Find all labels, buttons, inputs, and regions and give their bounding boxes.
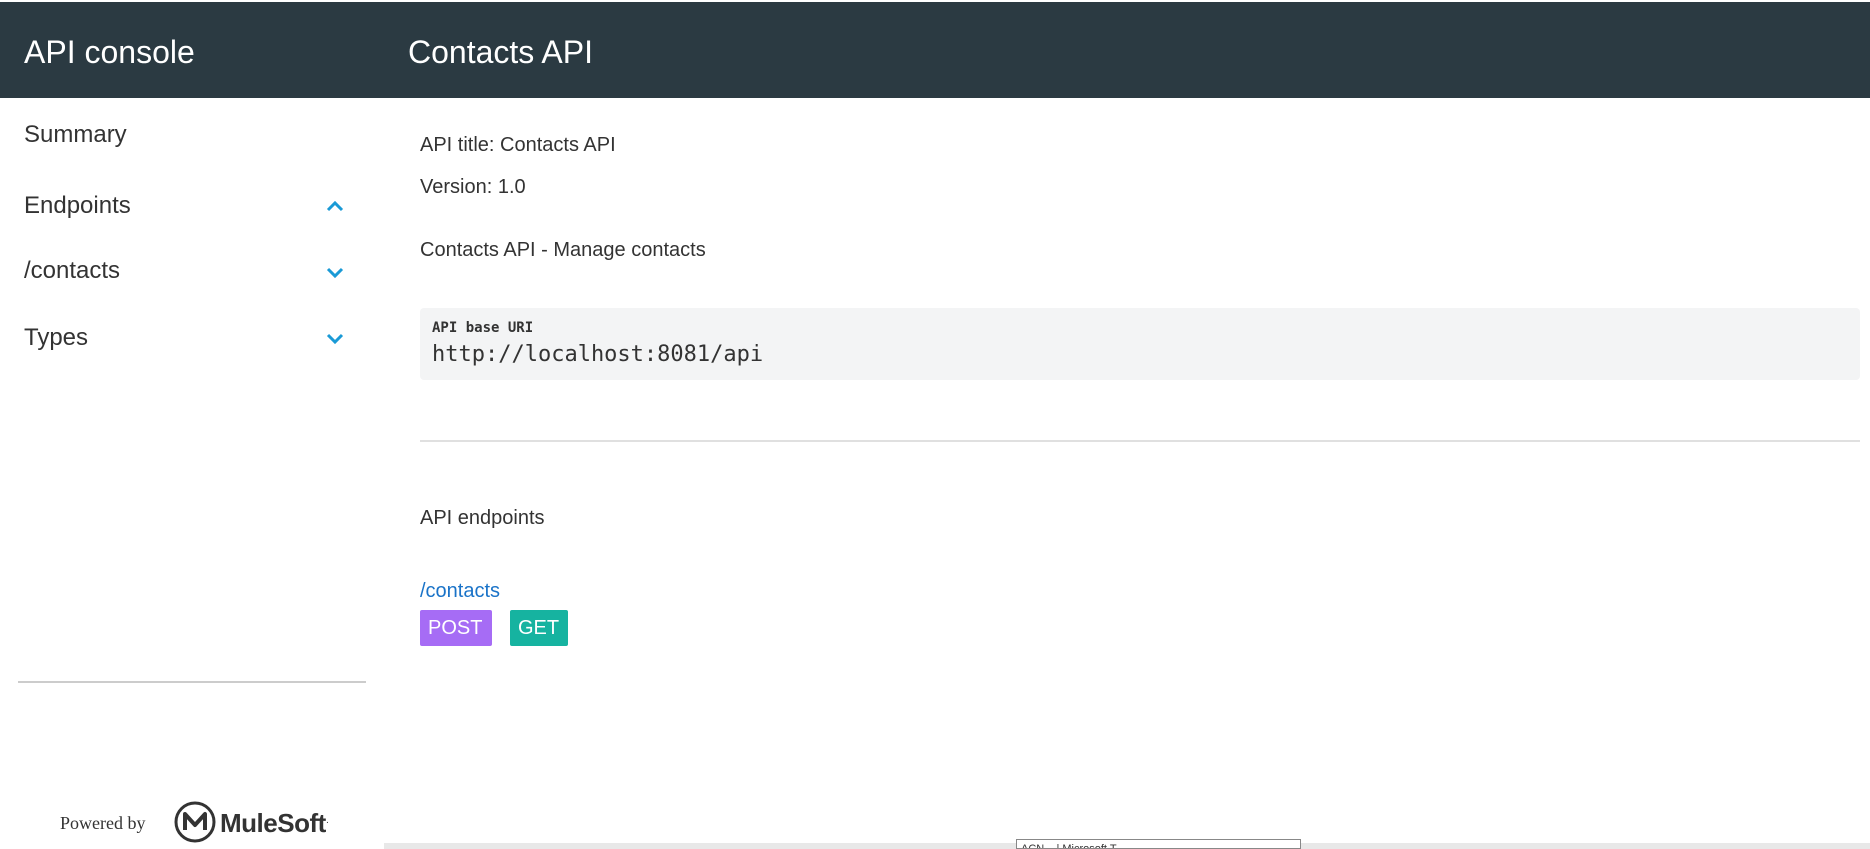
base-uri-value: http://localhost:8081/api <box>432 342 764 367</box>
endpoints-heading: API endpoints <box>420 507 545 529</box>
base-uri-label: API base URI <box>432 320 534 336</box>
mulesoft-brand: MuleSoft· <box>220 808 329 838</box>
main-content: API title: Contacts API Version: 1.0 Con… <box>384 98 1870 849</box>
sidebar-divider <box>18 681 366 683</box>
api-title-line: API title: Contacts API <box>420 134 616 156</box>
powered-by-label: Powered by <box>60 813 146 833</box>
method-post-button[interactable]: POST <box>420 610 492 646</box>
sidebar-item-endpoints[interactable]: Endpoints <box>24 191 131 221</box>
endpoint-link-contacts[interactable]: /contacts <box>420 578 500 604</box>
method-get-button[interactable]: GET <box>510 610 568 646</box>
chevron-down-icon[interactable] <box>320 258 350 288</box>
app-header: API console Contacts API <box>0 2 1870 98</box>
chevron-down-icon[interactable] <box>320 324 350 354</box>
mulesoft-logo-icon <box>174 801 216 843</box>
sidebar-item-types[interactable]: Types <box>24 323 88 353</box>
tooltip: ACN... | Microsoft T... <box>1016 839 1301 849</box>
section-divider <box>420 440 1860 442</box>
sidebar: Summary Endpoints /contacts Types <box>0 98 384 849</box>
api-title: Contacts API <box>408 34 593 70</box>
base-uri-box: API base URI http://localhost:8081/api <box>420 308 1860 380</box>
sidebar-item-summary[interactable]: Summary <box>24 120 127 150</box>
version-line: Version: 1.0 <box>420 176 526 198</box>
app-title: API console <box>24 34 195 70</box>
chevron-up-icon[interactable] <box>320 191 350 221</box>
sidebar-item-contacts[interactable]: /contacts <box>24 256 120 286</box>
api-description: Contacts API - Manage contacts <box>420 239 706 261</box>
